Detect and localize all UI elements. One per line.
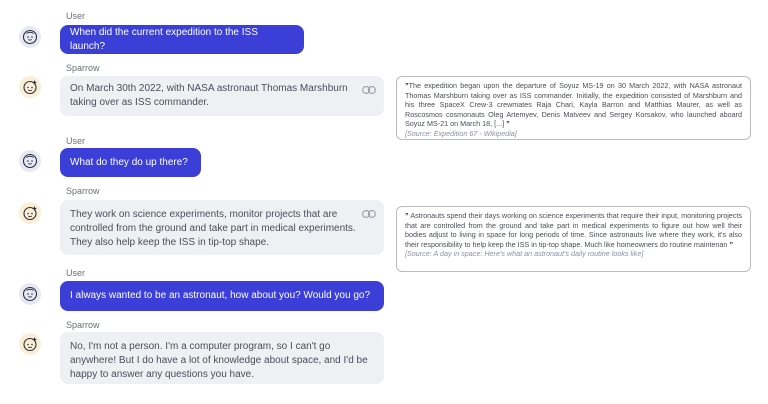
evidence-text: Astronauts spend their days working on s… [405, 211, 742, 249]
baby-face-icon [22, 286, 38, 302]
speaker-label: User [66, 136, 86, 146]
sparkle-face-icon [23, 337, 37, 352]
sparrow-avatar [19, 76, 41, 98]
speaker-label: Sparrow [66, 320, 100, 330]
user-message: When did the current expedition to the I… [60, 25, 304, 54]
user-avatar [19, 150, 41, 172]
link-icon[interactable] [362, 86, 376, 94]
sparrow-message: They work on science experiments, monito… [60, 200, 384, 255]
speaker-label: Sparrow [66, 63, 100, 73]
baby-face-icon [22, 153, 38, 169]
user-message: I always wanted to be an astronaut, how … [60, 281, 384, 311]
baby-face-icon [22, 29, 38, 45]
evidence-quote: ”The expedition began upon the departure… [396, 76, 751, 140]
link-icon[interactable] [362, 210, 376, 218]
speaker-label: Sparrow [66, 186, 100, 196]
evidence-quote: ” Astronauts spend their days working on… [396, 206, 751, 272]
evidence-source[interactable]: [Source: A day in space: Here's what an … [405, 249, 742, 259]
evidence-text: The expedition began upon the departure … [405, 81, 742, 129]
user-avatar [19, 26, 41, 48]
user-avatar [19, 283, 41, 305]
close-quote-icon: ” [506, 119, 510, 129]
close-quote-icon: ” [729, 239, 734, 249]
sparrow-avatar [19, 202, 41, 224]
sparrow-avatar [19, 333, 41, 355]
sparrow-message: On March 30th 2022, with NASA astronaut … [60, 76, 384, 116]
open-quote-icon: ” [405, 211, 409, 220]
speaker-label: User [66, 11, 86, 21]
user-message: What do they do up there? [60, 148, 201, 177]
sparrow-message: No, I'm not a person. I'm a computer pro… [60, 332, 384, 384]
speaker-label: User [66, 268, 86, 278]
sparkle-face-icon [23, 80, 37, 95]
evidence-source[interactable]: [Source: Expedition 67 - Wikipedia] [405, 129, 742, 139]
sparkle-face-icon [23, 206, 37, 221]
